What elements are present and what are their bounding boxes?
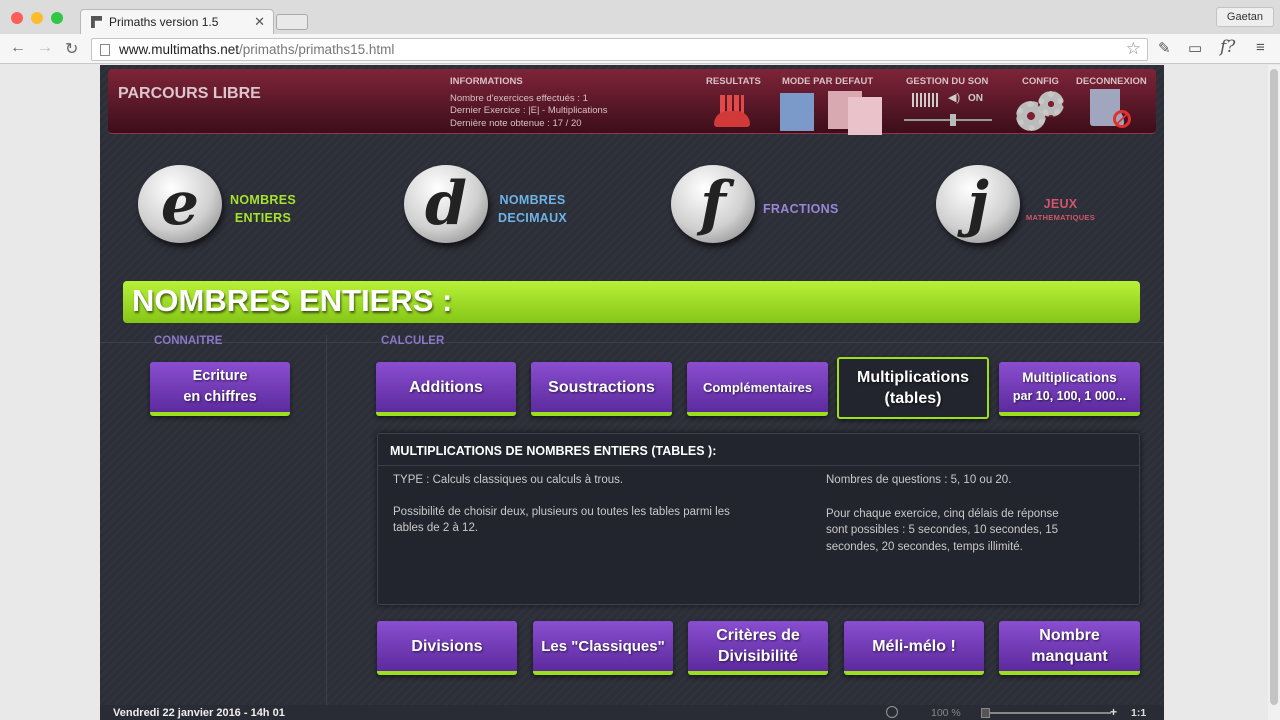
exercise-description-panel: MULTIPLICATIONS DE NOMBRES ENTIERS (TABL… (377, 433, 1140, 605)
zoom-ratio[interactable]: 1:1 (1131, 707, 1146, 719)
panel-left-text: TYPE : Calculs classiques ou calculs à t… (393, 474, 730, 534)
category-label: NOMBRES ENTIERS (230, 193, 296, 225)
category-label: NOMBRES DECIMAUX (498, 193, 568, 225)
no-entry-icon[interactable] (1113, 110, 1131, 128)
info-line: Dernière note obtenue : 17 / 20 (450, 117, 582, 129)
panel-right-text: Nombres de questions : 5, 10 ou 20. Pour… (826, 474, 1059, 553)
page-viewport: PARCOURS LIBRE INFORMATIONS Nombre d'exe… (0, 65, 1268, 720)
panel-divider (378, 465, 1139, 466)
tab-title: Primaths version 1.5 (109, 15, 219, 29)
ecriture-en-chiffres-button[interactable]: Ecriture en chiffres (150, 362, 290, 416)
criteres-divisibilite-button[interactable]: Critères de Divisibilité (688, 621, 828, 675)
back-icon[interactable]: ← (10, 39, 26, 57)
multiplications-tables-button[interactable]: Multiplications (tables) (837, 357, 989, 419)
mode-title: PARCOURS LIBRE (118, 85, 261, 102)
letter-e-logo-icon: e (138, 165, 222, 243)
category-fractions[interactable]: f FRACTIONS (671, 165, 921, 255)
panel-title: MULTIPLICATIONS DE NOMBRES ENTIERS (TABL… (390, 444, 717, 458)
primaths-app: PARCOURS LIBRE INFORMATIONS Nombre d'exe… (100, 65, 1164, 720)
category-nombres-entiers[interactable]: e NOMBRES ENTIERS (138, 165, 388, 255)
gear-icon[interactable] (1038, 91, 1064, 117)
app-header: PARCOURS LIBRE INFORMATIONS Nombre d'exe… (108, 69, 1156, 135)
info-line: Nombre d'exercices effectués : 1 (450, 92, 588, 104)
mode-label: MODE PAR DEFAUT (782, 76, 874, 87)
multiplications-par-10-button[interactable]: Multiplications par 10, 100, 1 000... (999, 362, 1140, 416)
info-panel: INFORMATIONS Nombre d'exercices effectué… (450, 76, 608, 130)
zoom-level: 100 % (931, 707, 961, 719)
multi-user-icon[interactable] (848, 97, 882, 135)
extension-icon[interactable]: ▭ (1188, 39, 1202, 57)
category-bar: e NOMBRES ENTIERS d NOMBRES DECIMAUX f FRA… (100, 145, 1164, 343)
browser-tab-bar: Primaths version 1.5 ✕ Gaetan (0, 0, 1280, 35)
zoom-out-icon[interactable] (886, 706, 898, 718)
classiques-button[interactable]: Les "Classiques" (533, 621, 673, 675)
resultats-label: RESULTATS (706, 76, 761, 87)
letter-f-logo-icon: f (671, 165, 755, 243)
page-icon (100, 44, 110, 56)
maximize-window-button[interactable] (51, 12, 63, 24)
single-user-icon[interactable] (780, 93, 814, 131)
zoom-in-icon[interactable]: + (1110, 705, 1117, 719)
url-host: www.multimaths.net (119, 42, 240, 57)
logout-label: DECONNEXION (1076, 76, 1147, 87)
new-tab-button[interactable] (276, 14, 308, 30)
category-jeux[interactable]: j JEUX MATHEMATIQUES (936, 165, 1186, 255)
scrollbar-thumb[interactable] (1270, 69, 1278, 705)
eyedropper-extension-icon[interactable]: ✎ (1158, 39, 1171, 57)
sound-label: GESTION DU SON (906, 76, 989, 87)
dome-icon (714, 111, 750, 127)
divisions-button[interactable]: Divisions (377, 621, 517, 675)
calculer-label: CALCULER (381, 335, 445, 347)
volume-bars-icon (912, 93, 938, 107)
date-time: Vendredi 22 janvier 2016 - 14h 01 (113, 707, 285, 719)
nombre-manquant-button[interactable]: Nombre manquant (999, 621, 1140, 675)
soustractions-button[interactable]: Soustractions (531, 362, 672, 416)
category-label: FRACTIONS (763, 202, 839, 216)
bookmark-star-icon[interactable]: ☆ (1126, 39, 1141, 59)
meli-melo-button[interactable]: Méli-mélo ! (844, 621, 984, 675)
info-line: Dernier Exercice : |E| - Multiplications (450, 105, 608, 116)
formula-extension-icon[interactable]: f? (1220, 37, 1235, 57)
speaker-icon[interactable]: ◀) (948, 91, 960, 104)
url-path: /primaths/primaths15.html (239, 42, 395, 57)
zoom-slider[interactable] (981, 712, 1111, 714)
page-scrollbar[interactable] (1268, 65, 1280, 720)
close-tab-icon[interactable]: ✕ (254, 14, 265, 30)
volume-knob[interactable] (950, 114, 956, 126)
browser-toolbar: ← → ↻ www.multimaths.net/primaths/primat… (0, 34, 1280, 64)
resultats-button[interactable] (712, 91, 752, 131)
connaitre-label: CONNAITRE (154, 335, 223, 347)
tab-primaths[interactable]: Primaths version 1.5 ✕ (80, 9, 274, 35)
close-window-button[interactable] (11, 12, 23, 24)
info-heading: INFORMATIONS (450, 76, 523, 87)
forward-icon[interactable]: → (37, 39, 53, 57)
app-status-bar: Vendredi 22 janvier 2016 - 14h 01 100 % … (100, 705, 1164, 720)
additions-button[interactable]: Additions (376, 362, 516, 416)
address-bar[interactable]: www.multimaths.net/primaths/primaths15.h… (91, 38, 1148, 61)
section-banner: NOMBRES ENTIERS : (123, 281, 1140, 323)
letter-d-logo-icon: d (404, 165, 488, 243)
minimize-window-button[interactable] (31, 12, 43, 24)
category-label: JEUX MATHEMATIQUES (1026, 197, 1096, 222)
complementaires-button[interactable]: Complémentaires (687, 362, 828, 416)
sound-state: ON (968, 93, 983, 104)
column-divider (326, 335, 327, 710)
zoom-slider-knob[interactable] (981, 708, 990, 718)
category-nombres-decimaux[interactable]: d NOMBRES DECIMAUX (404, 165, 654, 255)
section-title: NOMBRES ENTIERS : (132, 283, 453, 318)
profile-button[interactable]: Gaetan (1215, 7, 1274, 27)
letter-j-logo-icon: j (936, 165, 1020, 243)
favicon-icon (91, 16, 102, 28)
reload-icon[interactable]: ↻ (65, 39, 78, 59)
config-label: CONFIG (1022, 76, 1059, 87)
volume-slider[interactable] (904, 119, 992, 121)
menu-icon[interactable]: ≡ (1256, 39, 1265, 56)
